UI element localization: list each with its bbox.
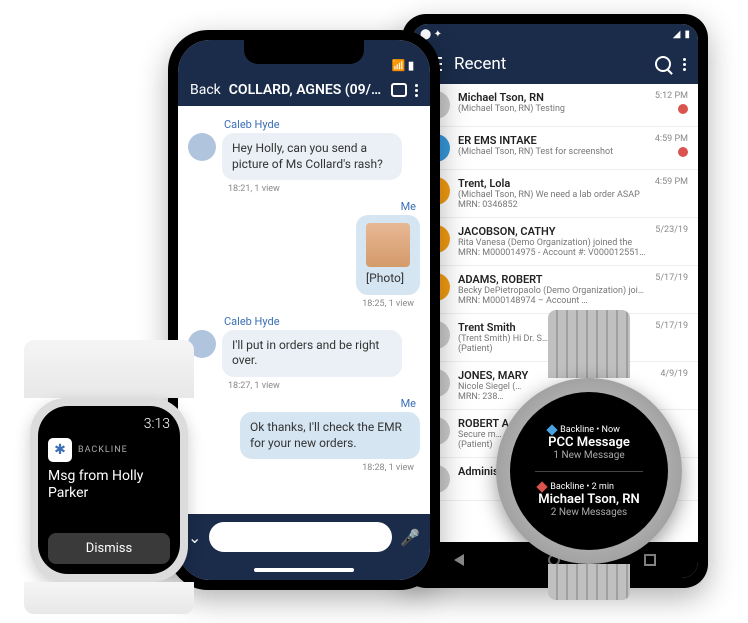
diamond-icon: [546, 424, 557, 435]
watch-screen: 3:13 ✱ BACKLINE Msg from Holly Parker Di…: [38, 406, 180, 574]
android-status-bar: ⬤ ✦ ◢▮: [412, 24, 698, 44]
watch-time: 3:13: [48, 416, 170, 432]
mic-icon[interactable]: 🎤: [400, 528, 420, 547]
item-sub: Becky DePietropaolo (Demo Organization) …: [458, 286, 647, 296]
nav-back-icon[interactable]: [454, 554, 464, 566]
back-button[interactable]: Back: [190, 82, 221, 98]
notification-title: Michael Tson, RN: [538, 492, 639, 507]
kebab-icon[interactable]: [683, 58, 686, 71]
item-title: Michael Tson, RN: [458, 91, 647, 104]
message-meta: 18:21, 1 view: [228, 184, 420, 194]
item-sub: (Michael Tson, RN) Testing: [458, 104, 647, 114]
message-meta: 18:28, 1 view: [228, 463, 414, 473]
message-bubble: [Photo]: [356, 215, 420, 295]
item-sub: (Michael Tson, RN) Test for screenshot: [458, 147, 647, 157]
message-bubble: Hey Holly, can you send a picture of Ms …: [222, 133, 402, 180]
iphone: 📶 ▮ Back COLLARD, AGNES (09/02… Caleb Hy…: [168, 30, 440, 590]
chat-icon[interactable]: [391, 83, 407, 97]
message-row: [Photo]: [188, 215, 420, 295]
notification-source: Backline • 2 min: [538, 482, 639, 492]
sender-name: Caleb Hyde: [224, 118, 420, 131]
home-indicator: [178, 560, 430, 580]
item-sub2: MRN: M000148974 – Account …: [458, 296, 647, 306]
item-time: 5:12 PM: [655, 91, 688, 119]
item-title: Trent, Lola: [458, 177, 647, 190]
sender-name: Caleb Hyde: [224, 315, 420, 328]
photo-thumbnail[interactable]: [366, 223, 410, 267]
status-right: ◢▮: [673, 29, 690, 40]
item-sub2: MRN: 0346852: [458, 200, 647, 210]
notification-sub: 2 New Messages: [538, 507, 639, 518]
message-meta: 18:27, 1 view: [228, 381, 420, 391]
watch-body: Backline • Now PCC Message 1 New Message…: [496, 378, 682, 564]
apple-watch: 3:13 ✱ BACKLINE Msg from Holly Parker Di…: [24, 340, 194, 614]
search-icon[interactable]: [655, 56, 671, 72]
status-icons: 📶 ▮: [392, 59, 414, 72]
app-name: BACKLINE: [78, 445, 128, 455]
photo-label: [Photo]: [366, 271, 404, 285]
separator: [535, 471, 642, 472]
diamond-icon: [537, 481, 548, 492]
input-bar: ⌄ 🎤: [178, 514, 430, 560]
me-label: Me: [224, 397, 416, 410]
item-sub2: MRN: M000014975 - Account #: V0000125512…: [458, 248, 647, 258]
watch-band-top: [24, 340, 194, 398]
item-title: JACOBSON, CATHY: [458, 225, 647, 238]
message-row: Hey Holly, can you send a picture of Ms …: [188, 133, 420, 180]
item-sub: (Michael Tson, RN) We need a lab order A…: [458, 190, 647, 200]
notification-text: Msg from Holly Parker: [48, 468, 170, 502]
recent-item[interactable]: Michael Tson, RN (Michael Tson, RN) Test…: [412, 84, 698, 127]
notification-title: PCC Message: [548, 435, 630, 450]
message-row: I'll put in orders and be right over.: [188, 330, 420, 377]
notification-item[interactable]: Backline • 2 min Michael Tson, RN 2 New …: [538, 476, 639, 524]
item-title: ADAMS, ROBERT: [458, 273, 647, 286]
recent-title: Recent: [454, 54, 643, 74]
item-title: ER EMS INTAKE: [458, 134, 647, 147]
avatar: [188, 133, 216, 161]
item-time: 5/17/19: [655, 273, 688, 306]
dismiss-button[interactable]: Dismiss: [48, 533, 170, 564]
watch-screen: Backline • Now PCC Message 1 New Message…: [510, 392, 668, 550]
round-watch: Backline • Now PCC Message 1 New Message…: [484, 310, 694, 600]
message-bubble: Ok thanks, I'll check the EMR for your n…: [240, 412, 420, 459]
notification-item[interactable]: Backline • Now PCC Message 1 New Message: [548, 419, 630, 467]
chat-body: Caleb Hyde Hey Holly, can you send a pic…: [178, 106, 430, 514]
message-bubble: I'll put in orders and be right over.: [222, 330, 402, 377]
iphone-header: Back COLLARD, AGNES (09/02…: [178, 74, 430, 106]
recent-item[interactable]: ADAMS, ROBERT Becky DePietropaolo (Demo …: [412, 266, 698, 314]
recent-item[interactable]: ER EMS INTAKE (Michael Tson, RN) Test fo…: [412, 127, 698, 170]
unread-dot: [678, 147, 688, 157]
unread-dot: [678, 104, 688, 114]
notification-header: ✱ BACKLINE: [48, 438, 170, 462]
recent-item[interactable]: JACOBSON, CATHY Rita Vanesa (Demo Organi…: [412, 218, 698, 266]
chat-title: COLLARD, AGNES (09/02…: [229, 82, 383, 98]
watch-body: 3:13 ✱ BACKLINE Msg from Holly Parker Di…: [30, 398, 188, 582]
watch-band-bottom: [24, 582, 194, 614]
iphone-notch: [244, 40, 364, 64]
item-time: 5/23/19: [655, 225, 688, 258]
app-icon: ✱: [48, 438, 72, 462]
message-meta: 18:25, 1 view: [228, 299, 414, 309]
item-time: 4:59 PM: [655, 134, 688, 162]
message-input[interactable]: [209, 522, 392, 552]
notification-sub: 1 New Message: [548, 450, 630, 461]
android-header: Recent: [412, 44, 698, 84]
kebab-icon[interactable]: [415, 84, 418, 97]
item-time: 4:59 PM: [655, 177, 688, 210]
recent-item[interactable]: Trent, Lola (Michael Tson, RN) We need a…: [412, 170, 698, 218]
watch-band-top: [548, 310, 630, 378]
notification-source: Backline • Now: [548, 425, 630, 435]
watch-band-bottom: [548, 564, 630, 600]
me-label: Me: [224, 200, 416, 213]
item-sub: Rita Vanesa (Demo Organization) joined t…: [458, 238, 647, 248]
iphone-screen: 📶 ▮ Back COLLARD, AGNES (09/02… Caleb Hy…: [178, 40, 430, 580]
message-row: Ok thanks, I'll check the EMR for your n…: [188, 412, 420, 459]
